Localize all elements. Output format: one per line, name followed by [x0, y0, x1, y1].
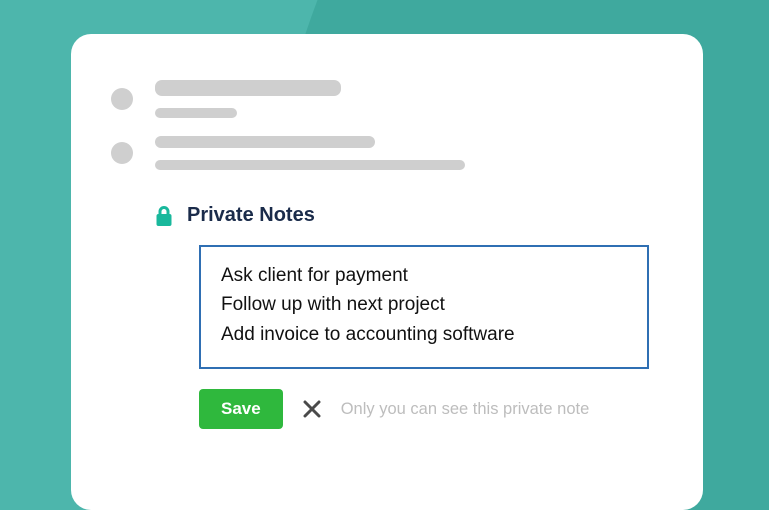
- placeholder-line: [155, 136, 375, 148]
- placeholder-row: [111, 136, 663, 170]
- private-notes-actions: Save Only you can see this private note: [199, 389, 663, 429]
- placeholder-line: [155, 80, 341, 96]
- placeholder-avatar: [111, 88, 133, 110]
- placeholder-avatar: [111, 142, 133, 164]
- private-notes-hint: Only you can see this private note: [341, 400, 590, 419]
- save-button[interactable]: Save: [199, 389, 283, 429]
- private-notes-title: Private Notes: [187, 204, 315, 227]
- private-notes-input[interactable]: Ask client for payment Follow up with ne…: [199, 245, 649, 369]
- card-panel: Private Notes Ask client for payment Fol…: [71, 34, 703, 510]
- placeholder-line: [155, 160, 465, 170]
- lock-icon: [155, 205, 173, 227]
- placeholder-row: [111, 80, 663, 118]
- placeholder-line: [155, 108, 237, 118]
- private-notes-header: Private Notes: [155, 204, 663, 227]
- close-icon: [303, 400, 321, 418]
- cancel-button[interactable]: [301, 398, 323, 420]
